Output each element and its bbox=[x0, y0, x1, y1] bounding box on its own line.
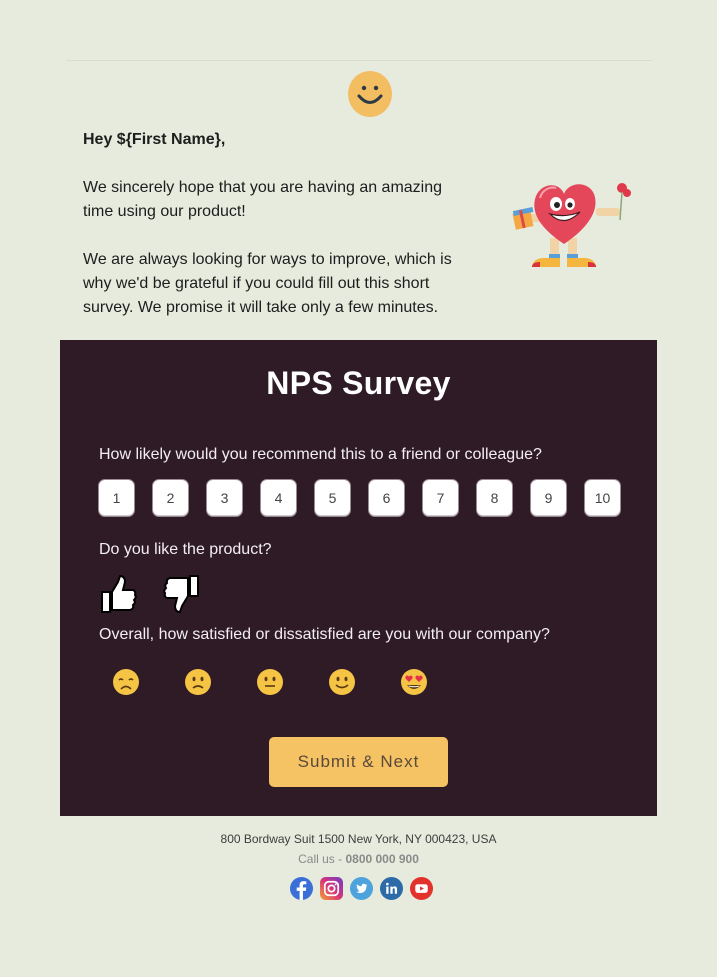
disappointed-face-icon[interactable] bbox=[112, 668, 140, 696]
heart-eyes-face-icon[interactable] bbox=[400, 668, 428, 696]
twitter-icon[interactable] bbox=[350, 877, 373, 900]
facebook-icon[interactable] bbox=[290, 877, 313, 900]
slightly-frowning-face-icon[interactable] bbox=[184, 668, 212, 696]
nps-rating-scale: 1 2 3 4 5 6 7 8 9 10 bbox=[98, 479, 621, 517]
survey-title: NPS Survey bbox=[266, 365, 451, 401]
footer-call: Call us - 0800 000 900 bbox=[0, 852, 717, 866]
nps-survey-panel: NPS Survey How likely would you recommen… bbox=[60, 340, 657, 816]
call-prefix: Call us - bbox=[298, 852, 346, 866]
question-like-product-label: Do you like the product? bbox=[99, 541, 272, 558]
rating-option-1[interactable]: 1 bbox=[98, 479, 135, 517]
rating-option-2[interactable]: 2 bbox=[152, 479, 189, 517]
slightly-smiling-face-icon[interactable] bbox=[328, 668, 356, 696]
smiley-face-icon bbox=[348, 71, 392, 117]
rating-option-6[interactable]: 6 bbox=[368, 479, 405, 517]
rating-option-7[interactable]: 7 bbox=[422, 479, 459, 517]
question-recommend-label: How likely would you recommend this to a… bbox=[99, 446, 542, 463]
youtube-icon[interactable] bbox=[410, 877, 433, 900]
footer-address: 800 Bordway Suit 1500 New York, NY 00042… bbox=[220, 832, 497, 846]
phone-number[interactable]: 0800 000 900 bbox=[345, 852, 418, 866]
submit-next-button[interactable]: Submit & Next bbox=[269, 737, 448, 787]
social-links bbox=[290, 877, 433, 900]
thumbs-down-icon[interactable] bbox=[162, 574, 200, 614]
linkedin-icon[interactable] bbox=[380, 877, 403, 900]
intro-paragraph-1: We sincerely hope that you are having an… bbox=[83, 179, 443, 220]
rating-option-8[interactable]: 8 bbox=[476, 479, 513, 517]
satisfaction-options bbox=[112, 668, 428, 696]
intro-paragraph-2: We are always looking for ways to improv… bbox=[83, 251, 452, 316]
rating-option-5[interactable]: 5 bbox=[314, 479, 351, 517]
like-product-options bbox=[100, 574, 200, 614]
top-divider bbox=[66, 60, 652, 61]
neutral-face-icon[interactable] bbox=[256, 668, 284, 696]
rating-option-10[interactable]: 10 bbox=[584, 479, 621, 517]
rating-option-3[interactable]: 3 bbox=[206, 479, 243, 517]
rating-option-4[interactable]: 4 bbox=[260, 479, 297, 517]
greeting: Hey ${First Name}, bbox=[83, 131, 226, 148]
thumbs-up-icon[interactable] bbox=[100, 574, 138, 614]
intro-message: Hey ${First Name}, We sincerely hope tha… bbox=[83, 128, 473, 344]
heart-mascot-illustration bbox=[512, 183, 631, 267]
instagram-icon[interactable] bbox=[320, 877, 343, 900]
question-satisfaction-label: Overall, how satisfied or dissatisfied a… bbox=[99, 626, 550, 643]
rating-option-9[interactable]: 9 bbox=[530, 479, 567, 517]
